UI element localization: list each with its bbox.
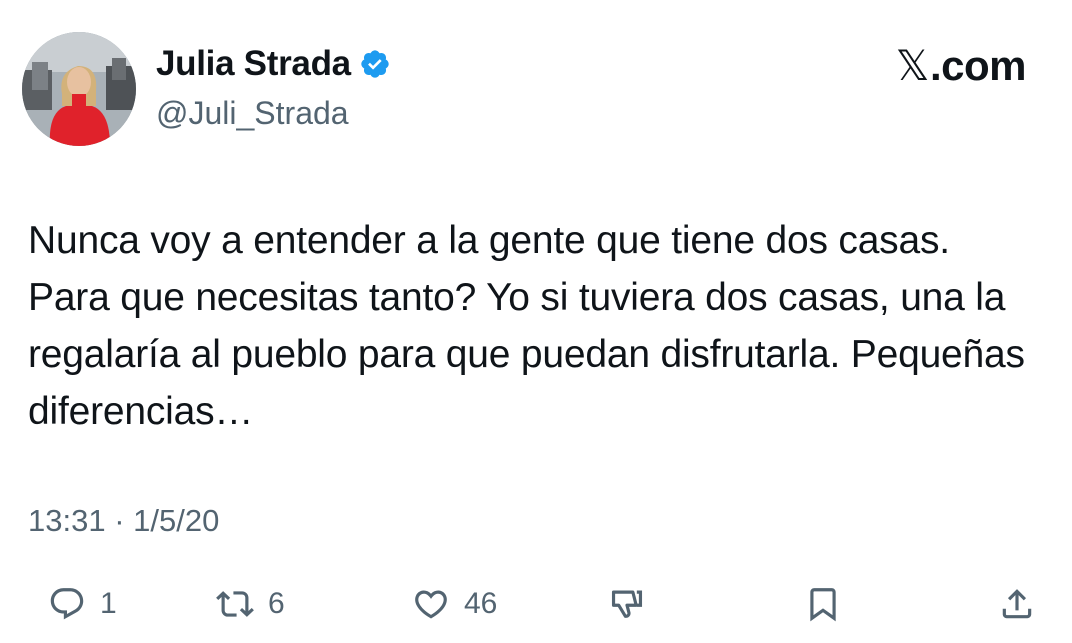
author-name-row: Julia Strada: [156, 44, 391, 84]
like-button[interactable]: 46: [412, 580, 497, 628]
reply-button[interactable]: 1: [48, 580, 117, 628]
avatar[interactable]: [22, 32, 136, 146]
reply-count: 1: [100, 587, 117, 620]
bookmark-icon: [810, 588, 836, 622]
dislike-button[interactable]: [608, 580, 646, 628]
bookmark-button[interactable]: [804, 580, 842, 628]
tweet-text: Nunca voy a entender a la gente que tien…: [28, 219, 1025, 433]
x-logo-icon: 𝕏: [895, 41, 930, 90]
repost-icon: [216, 591, 254, 617]
brand-suffix: .com: [929, 42, 1027, 89]
like-count: 46: [464, 587, 498, 620]
reply-icon: [50, 588, 84, 620]
verified-badge-icon: [359, 48, 391, 80]
avatar-photo: [22, 32, 136, 146]
share-icon: [1002, 589, 1032, 619]
thumbs-down-icon: [611, 590, 643, 618]
repost-button[interactable]: 6: [216, 580, 285, 628]
repost-count: 6: [268, 587, 285, 620]
author-handle[interactable]: @Juli_Strada: [156, 94, 349, 132]
share-button[interactable]: [998, 580, 1036, 628]
tweet-timestamp[interactable]: 13:31 · 1/5/20: [28, 502, 219, 540]
heart-icon: [415, 590, 447, 619]
action-bar: 1 6 46: [0, 580, 1072, 628]
brand-logo: 𝕏 .com: [895, 41, 1027, 90]
author-display-name[interactable]: Julia Strada: [156, 44, 351, 84]
